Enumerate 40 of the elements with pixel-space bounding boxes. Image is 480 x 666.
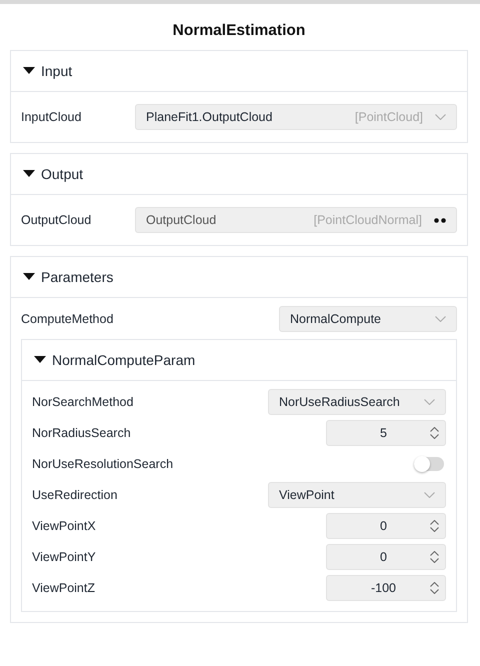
chevron-down-icon — [435, 316, 446, 322]
section-header[interactable]: Input — [11, 51, 467, 92]
type-label: [PointCloudNormal] — [314, 213, 422, 227]
section-header[interactable]: Parameters — [11, 257, 467, 298]
group-title: NormalComputeParam — [52, 352, 196, 368]
section-title: Parameters — [41, 269, 114, 285]
group-header[interactable]: NormalComputeParam — [22, 340, 456, 381]
collapse-triangle-icon[interactable] — [23, 273, 35, 281]
collapse-triangle-icon[interactable] — [34, 356, 46, 364]
number-input[interactable]: 0 — [326, 513, 446, 539]
number-input[interactable]: 5 — [326, 420, 446, 446]
dropdown-select[interactable]: ViewPoint — [268, 482, 446, 508]
dropdown-select[interactable]: NormalCompute — [279, 306, 457, 332]
toggle-switch[interactable] — [414, 457, 444, 471]
field-label: OutputCloud — [21, 213, 92, 227]
section-title: Output — [41, 166, 84, 182]
chevron-down-icon — [424, 399, 435, 405]
field-label: ViewPointZ — [32, 581, 95, 595]
input-select[interactable]: PlaneFit1.OutputCloud [PointCloud] — [135, 104, 457, 130]
field-label: UseRedirection — [32, 488, 118, 502]
field-label: ViewPointY — [32, 550, 96, 564]
chevron-down-icon — [435, 114, 446, 120]
field-label: ViewPointX — [32, 519, 96, 533]
field-label: ComputeMethod — [21, 312, 114, 326]
number-input[interactable]: -100 — [326, 575, 446, 601]
field-label: NorUseResolutionSearch — [32, 457, 174, 471]
field-label: NorRadiusSearch — [32, 426, 131, 440]
node-title: NormalEstimation — [172, 21, 306, 41]
number-input[interactable]: 0 — [326, 544, 446, 570]
section-title: Input — [41, 63, 72, 79]
chevron-down-icon — [424, 492, 435, 498]
dots-icon[interactable] — [434, 218, 446, 222]
field-label: InputCloud — [21, 110, 82, 124]
section-header[interactable]: Output — [11, 154, 467, 195]
dropdown-select[interactable]: NorUseRadiusSearch — [268, 389, 446, 415]
type-label: [PointCloud] — [354, 110, 423, 124]
collapse-triangle-icon[interactable] — [23, 67, 35, 75]
field-label: NorSearchMethod — [32, 395, 134, 409]
collapse-triangle-icon[interactable] — [23, 170, 35, 178]
output-field[interactable]: OutputCloud [PointCloudNormal] — [135, 207, 457, 233]
